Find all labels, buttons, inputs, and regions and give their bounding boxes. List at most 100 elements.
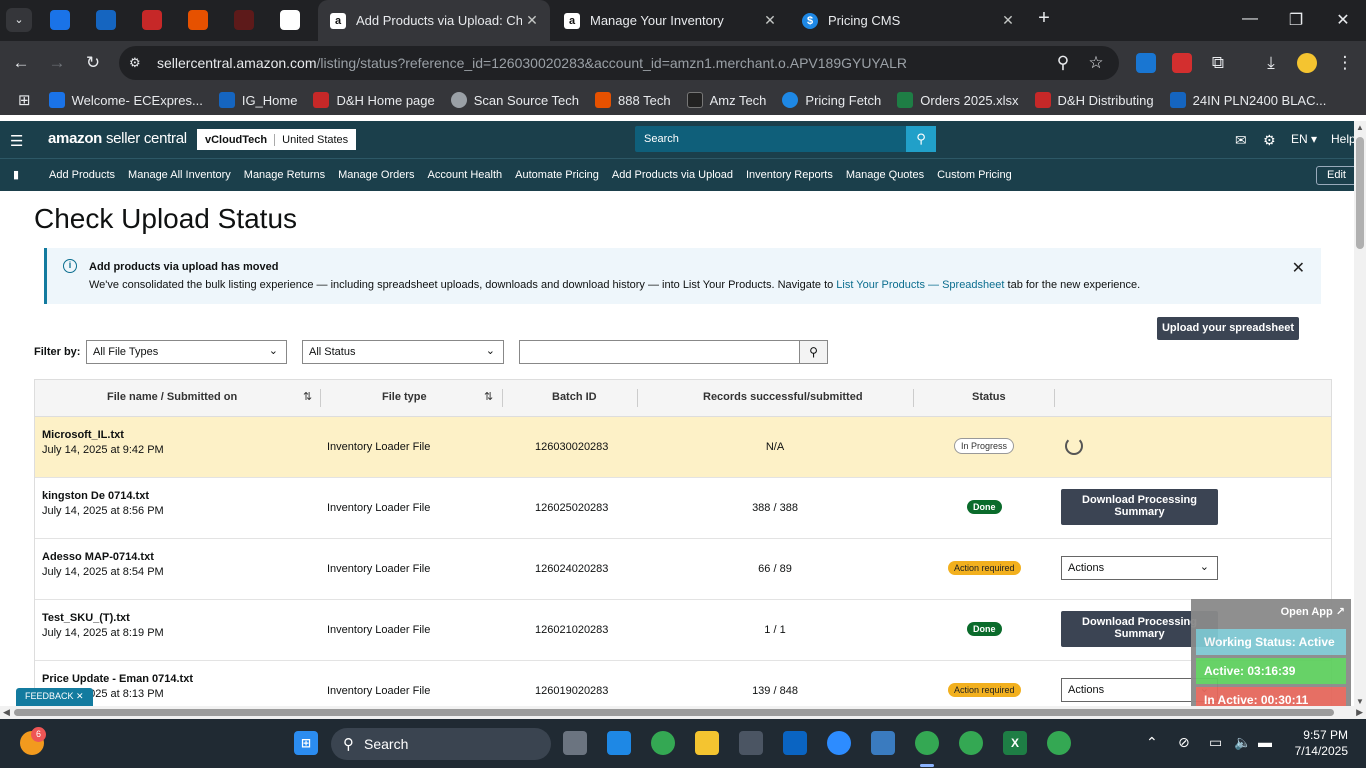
close-window-button[interactable]: ✕ (1328, 10, 1358, 30)
file-search-input[interactable] (519, 340, 800, 364)
pinned-tab-ecexpress[interactable] (50, 10, 70, 30)
excel-icon[interactable]: X (1003, 731, 1027, 755)
bookmark-item[interactable]: D&H Distributing (1034, 92, 1154, 108)
nav-item-manage-quotes[interactable]: Manage Quotes (846, 169, 924, 181)
bookmark-star-icon[interactable]: ☆ (1085, 53, 1107, 73)
pinned-tab-dh[interactable] (142, 10, 162, 30)
menu-icon[interactable]: ⋮ (1334, 53, 1356, 73)
download-summary-button[interactable]: Download Processing Summary (1061, 489, 1218, 525)
taskbar-search[interactable]: ⚲ Search (331, 728, 551, 760)
close-icon[interactable]: ✕ (998, 12, 1018, 29)
vertical-scrollbar[interactable]: ▲ ▼ (1354, 121, 1366, 708)
nav-item-inventory-reports[interactable]: Inventory Reports (746, 169, 833, 181)
reload-icon[interactable]: ↻ (82, 53, 104, 73)
minimize-button[interactable]: — (1235, 10, 1265, 28)
nav-item-add-products[interactable]: Add Products (49, 169, 115, 181)
bookmark-item[interactable]: Pricing Fetch (782, 92, 881, 108)
tab-search-button[interactable]: ⌄ (6, 8, 32, 32)
bookmark-item[interactable]: Orders 2025.xlsx (897, 92, 1019, 108)
calculator-icon[interactable] (739, 731, 763, 755)
search-icon[interactable]: ⚲ (799, 340, 828, 364)
horizontal-scrollbar[interactable]: ◀ ▶ (0, 706, 1366, 719)
actions-select[interactable]: Actions⌄ (1061, 556, 1218, 580)
mail-icon[interactable]: ✉ (1235, 132, 1247, 149)
nav-item-manage-inventory[interactable]: Manage All Inventory (128, 169, 231, 181)
clock[interactable]: 9:57 PM 7/14/2025 (1290, 727, 1348, 759)
seller-search[interactable]: Search ⚲ (635, 126, 936, 152)
site-info-icon[interactable]: ⚙ (129, 55, 149, 71)
new-tab-button[interactable]: + (1029, 7, 1059, 30)
language-selector[interactable]: EN ▾ (1291, 132, 1317, 146)
extensions-puzzle-icon[interactable]: ⧉ (1207, 53, 1229, 73)
sort-icon[interactable]: ⇅ (484, 390, 493, 403)
bookmark-icon[interactable]: ▮ (13, 168, 19, 181)
scroll-right-icon[interactable]: ▶ (1356, 707, 1363, 718)
tab-manage-inventory[interactable]: a Manage Your Inventory ✕ (552, 0, 788, 41)
apps-grid-icon[interactable]: ⊞ (18, 91, 31, 109)
download-icon[interactable]: ⤓ (1260, 53, 1282, 73)
chrome-icon[interactable] (915, 731, 939, 755)
scroll-thumb[interactable] (1356, 137, 1364, 249)
bookmark-item[interactable]: 24IN PLN2400 BLAC... (1169, 92, 1326, 108)
task-view-icon[interactable] (563, 731, 587, 755)
volume-muted-icon[interactable]: 🔈 (1234, 734, 1251, 751)
bookmark-item[interactable]: Welcome- ECExpres... (48, 92, 203, 108)
upload-spreadsheet-button[interactable]: Upload your spreadsheet (1157, 317, 1299, 340)
close-icon[interactable]: ✕ (1292, 258, 1305, 278)
url-text[interactable]: sellercentral.amazon.com/listing/status?… (157, 55, 907, 71)
scroll-thumb[interactable] (14, 709, 1334, 716)
account-switcher[interactable]: vCloudTech United States (197, 129, 357, 150)
pinned-tab-scansource[interactable] (188, 10, 208, 30)
bookmark-item[interactable]: IG_Home (218, 92, 297, 108)
pinned-tab-888[interactable] (234, 10, 254, 30)
bookmark-item[interactable]: D&H Home page (313, 92, 435, 108)
bookmark-item[interactable]: 888 Tech (595, 92, 671, 108)
bookmark-item[interactable]: Scan Source Tech (450, 92, 579, 108)
display-icon[interactable]: ▭ (1209, 734, 1222, 751)
open-app-link[interactable]: Open App ↗ (1281, 605, 1345, 618)
bookmark-item[interactable]: Amz Tech (686, 92, 766, 108)
scroll-up-icon[interactable]: ▲ (1356, 123, 1364, 132)
zoom-icon[interactable]: ⚲ (1052, 53, 1074, 73)
pinned-tab-ig[interactable] (96, 10, 116, 30)
nav-item-manage-orders[interactable]: Manage Orders (338, 169, 414, 181)
zoom-app-icon[interactable] (827, 731, 851, 755)
close-icon[interactable]: ✕ (522, 12, 542, 29)
close-icon[interactable]: ✕ (760, 12, 780, 29)
nav-item-account-health[interactable]: Account Health (428, 169, 503, 181)
app-icon[interactable] (871, 731, 895, 755)
chevron-up-icon[interactable]: ⌃ (1146, 734, 1158, 751)
chrome-icon[interactable] (959, 731, 983, 755)
store-icon[interactable] (607, 731, 631, 755)
tab-add-products[interactable]: a Add Products via Upload: Check ✕ (318, 0, 550, 41)
gear-icon[interactable]: ⚙ (1263, 132, 1276, 149)
wifi-off-icon[interactable]: ⊘ (1178, 734, 1190, 751)
search-icon[interactable]: ⚲ (906, 126, 936, 152)
outlook-icon[interactable] (783, 731, 807, 755)
column-header[interactable]: File name / Submitted on (107, 391, 237, 403)
avatar[interactable] (1297, 53, 1317, 73)
nav-item-custom-pricing[interactable]: Custom Pricing (937, 169, 1012, 181)
forward-icon[interactable]: → (46, 53, 68, 73)
list-your-products-link[interactable]: List Your Products — Spreadsheet (836, 279, 1004, 291)
edit-nav-button[interactable]: Edit (1316, 166, 1357, 185)
pinned-tab-amazon[interactable] (280, 10, 300, 30)
feedback-tab[interactable]: FEEDBACK ✕ (16, 688, 93, 706)
column-header[interactable]: File type (382, 391, 427, 403)
scroll-down-icon[interactable]: ▼ (1356, 697, 1364, 706)
status-select[interactable]: All Status ⌄ (302, 340, 504, 364)
tab-pricing-cms[interactable]: $ Pricing CMS ✕ (790, 0, 1026, 41)
hamburger-menu-icon[interactable]: ☰ (10, 132, 23, 150)
file-type-select[interactable]: All File Types ⌄ (86, 340, 287, 364)
start-icon[interactable]: ⊞ (294, 731, 318, 755)
nav-item-automate-pricing[interactable]: Automate Pricing (515, 169, 599, 181)
help-link[interactable]: Help (1331, 132, 1356, 146)
chrome-icon[interactable] (1047, 731, 1071, 755)
nav-item-manage-returns[interactable]: Manage Returns (244, 169, 325, 181)
battery-icon[interactable]: ▬ (1258, 734, 1272, 750)
file-explorer-icon[interactable] (695, 731, 719, 755)
chrome-icon[interactable] (651, 731, 675, 755)
extension-icon[interactable] (1172, 53, 1192, 73)
nav-item-add-products-upload[interactable]: Add Products via Upload (612, 169, 733, 181)
maximize-button[interactable]: ❐ (1281, 10, 1311, 30)
